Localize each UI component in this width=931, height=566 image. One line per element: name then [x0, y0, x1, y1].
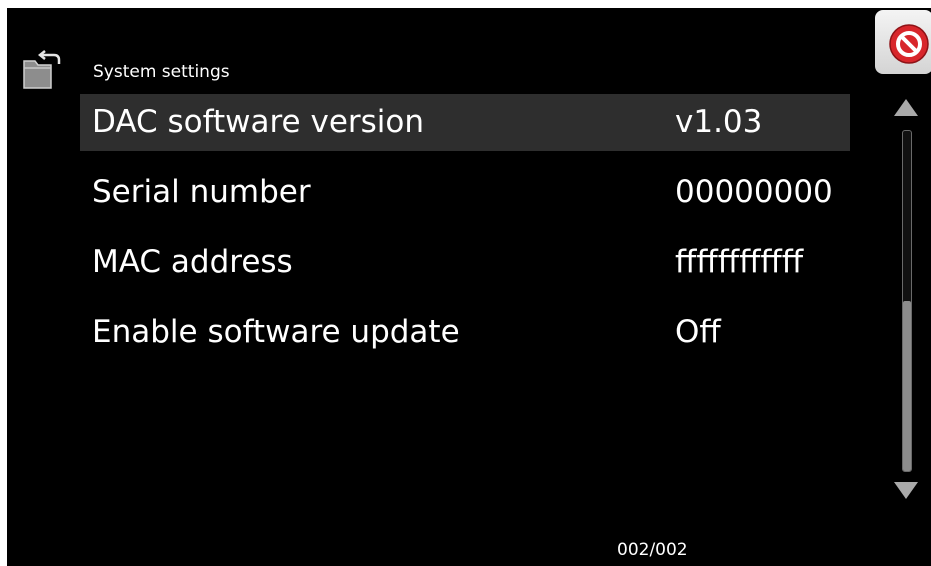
page-indicator: 002/002	[617, 540, 688, 560]
setting-value: ffffffffffff	[675, 244, 804, 280]
setting-label: Serial number	[92, 174, 311, 210]
scroll-down-button[interactable]	[892, 480, 920, 502]
setting-label: DAC software version	[92, 104, 425, 140]
scrollbar-track[interactable]	[902, 130, 912, 472]
close-button[interactable]	[875, 10, 931, 74]
scroll-up-button[interactable]	[892, 96, 920, 118]
settings-row-mac-address[interactable]: MAC address ffffffffffff	[80, 234, 850, 291]
setting-value: v1.03	[675, 104, 763, 140]
back-button[interactable]	[21, 48, 61, 92]
settings-list: DAC software version v1.03 Serial number…	[80, 94, 850, 374]
close-icon	[889, 24, 929, 64]
setting-label: Enable software update	[92, 314, 460, 350]
arrow-up-icon	[894, 99, 918, 116]
scrollbar-thumb[interactable]	[903, 301, 911, 471]
page-title: System settings	[93, 62, 230, 82]
settings-screen: System settings DAC software version v1.…	[7, 8, 931, 566]
settings-row-enable-software-update[interactable]: Enable software update Off	[80, 304, 850, 361]
setting-value: Off	[675, 314, 721, 350]
setting-label: MAC address	[92, 244, 293, 280]
arrow-down-icon	[894, 482, 918, 499]
setting-value: 00000000	[675, 174, 833, 210]
settings-row-serial-number[interactable]: Serial number 00000000	[80, 164, 850, 221]
folder-back-icon	[23, 50, 61, 89]
settings-row-dac-software-version[interactable]: DAC software version v1.03	[80, 94, 850, 151]
